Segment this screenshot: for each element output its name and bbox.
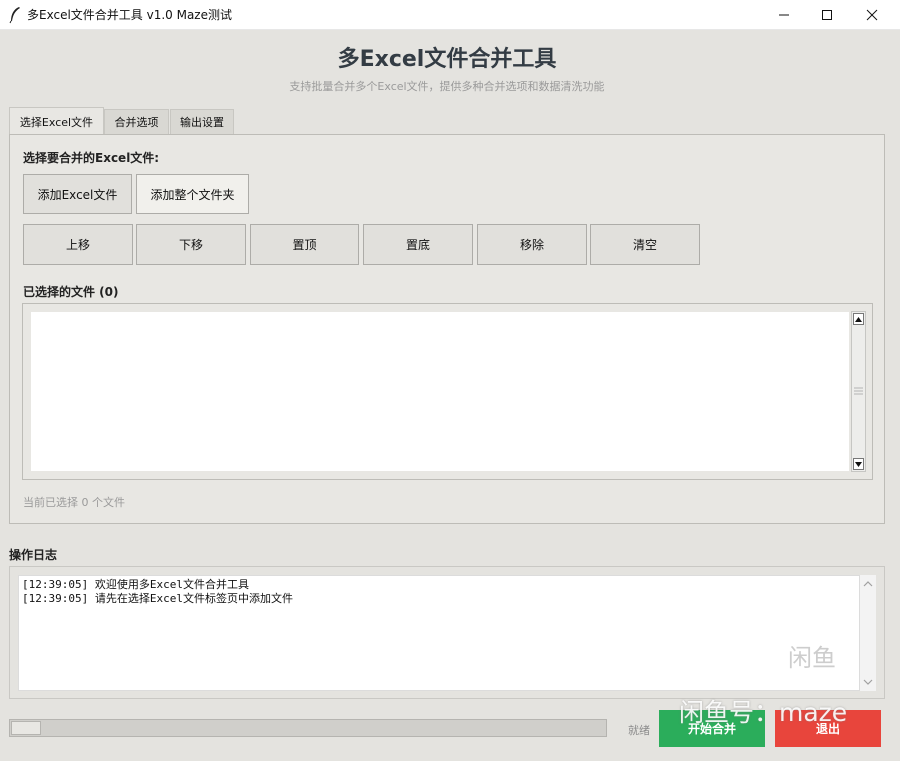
watermark-text: 闲鱼号：maze <box>679 698 848 727</box>
tab-merge-options[interactable]: 合并选项 <box>104 109 169 134</box>
close-button[interactable] <box>849 0 895 30</box>
selected-files-label: 已选择的文件 (0) <box>23 285 119 299</box>
app-title: 多Excel文件合并工具 <box>337 47 557 72</box>
maximize-icon <box>822 10 832 20</box>
add-folder-button[interactable]: 添加整个文件夹 <box>136 174 249 214</box>
move-bottom-button[interactable]: 置底 <box>363 224 473 265</box>
close-icon <box>866 9 878 21</box>
minimize-button[interactable] <box>761 0 807 30</box>
log-textarea[interactable]: [12:39:05] 欢迎使用多Excel文件合并工具 [12:39:05] 请… <box>18 575 860 691</box>
log-scrollbar[interactable] <box>860 575 876 691</box>
progress-fill <box>11 721 41 735</box>
selected-count-text: 当前已选择 0 个文件 <box>23 496 125 509</box>
scroll-up-icon[interactable] <box>853 313 864 325</box>
maximize-button[interactable] <box>804 0 850 30</box>
scroll-down-icon[interactable] <box>853 458 864 470</box>
file-list-scrollbar[interactable] <box>851 311 866 472</box>
log-label: 操作日志 <box>9 548 58 562</box>
minimize-icon <box>779 14 789 16</box>
window-title: 多Excel文件合并工具 v1.0 Maze测试 <box>27 8 232 22</box>
app-header: 多Excel文件合并工具 支持批量合并多个Excel文件，提供多种合并选项和数据… <box>9 38 885 100</box>
add-excel-files-button[interactable]: 添加Excel文件 <box>23 174 132 214</box>
scroll-grip-icon[interactable] <box>854 385 863 399</box>
progress-bar <box>9 719 607 737</box>
feather-icon <box>9 7 20 24</box>
chevron-up-icon[interactable] <box>863 581 873 587</box>
move-down-button[interactable]: 下移 <box>136 224 246 265</box>
tab-output-settings[interactable]: 输出设置 <box>170 109 234 134</box>
tab-select-excel[interactable]: 选择Excel文件 <box>9 107 104 135</box>
select-files-heading: 选择要合并的Excel文件: <box>23 151 160 165</box>
chevron-down-icon[interactable] <box>863 679 873 685</box>
window-titlebar: 多Excel文件合并工具 v1.0 Maze测试 <box>0 0 900 30</box>
remove-button[interactable]: 移除 <box>477 224 587 265</box>
move-up-button[interactable]: 上移 <box>23 224 133 265</box>
watermark-logo: 闲鱼 <box>770 632 854 678</box>
file-listbox[interactable] <box>31 312 849 471</box>
log-line: [12:39:05] 请先在选择Excel文件标签页中添加文件 <box>22 592 293 605</box>
clear-button[interactable]: 清空 <box>590 224 700 265</box>
app-subtitle: 支持批量合并多个Excel文件，提供多种合并选项和数据清洗功能 <box>289 80 605 93</box>
log-line: [12:39:05] 欢迎使用多Excel文件合并工具 <box>22 578 249 591</box>
move-top-button[interactable]: 置顶 <box>250 224 359 265</box>
status-text: 就绪 <box>628 724 650 737</box>
